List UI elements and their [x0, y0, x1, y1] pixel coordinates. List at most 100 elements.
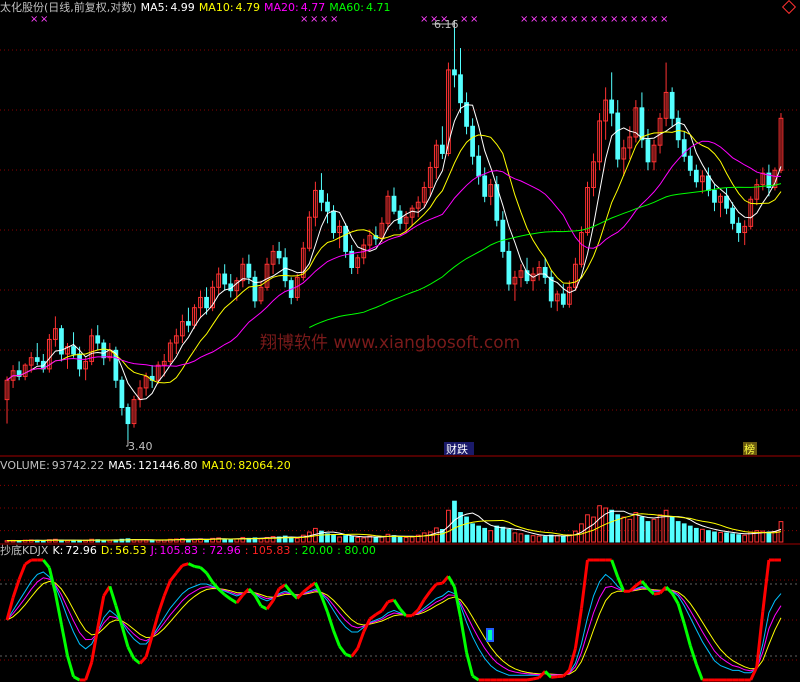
volume-title: VOLUME: — [0, 459, 50, 472]
volume-bar — [675, 521, 681, 543]
candle-body — [615, 112, 621, 160]
k-label: K: — [52, 544, 64, 557]
signal-marker: × — [550, 14, 558, 25]
volume-series — [4, 500, 784, 543]
j-segment — [610, 559, 620, 578]
volume-bar — [464, 516, 469, 543]
j-segment — [126, 646, 136, 660]
j-segment — [447, 575, 456, 588]
volume-legend: VOLUME: 93742.22 MA5: 121446.80 MA10: 82064.2… — [0, 459, 295, 473]
candle-body — [675, 117, 681, 141]
chart-canvas: × × × × × × × × × × × × × × × × × × × × × × × × × × 6.16 3.40 翔博软… — [0, 14, 800, 682]
kdj-legend: 抄底KDJX K: 72.96 D: 56.53 J: 105.83: 72.96: 105… — [0, 544, 380, 558]
volume-bar — [494, 525, 500, 543]
volume-bar — [718, 531, 723, 543]
volume-bar — [573, 530, 578, 543]
volume-bar — [712, 531, 717, 543]
ma10-value: 4.79 — [235, 1, 261, 14]
j-segment — [392, 599, 402, 610]
volume-bar — [560, 535, 566, 543]
signal-marker: × — [300, 14, 308, 25]
candle-body — [645, 139, 651, 163]
j-segment — [532, 676, 540, 681]
volume-bar — [149, 539, 155, 543]
j-segment — [332, 630, 341, 647]
volume-bar — [409, 536, 415, 543]
ma5-value: 4.99 — [170, 1, 195, 14]
j-segment — [471, 674, 480, 682]
ma60-label: MA60: — [329, 1, 364, 14]
j-segment — [96, 595, 106, 629]
j-segment — [380, 600, 390, 612]
j-segment — [326, 611, 335, 632]
candle-body — [609, 99, 615, 114]
candle-body — [391, 195, 397, 212]
kdj-v4: : 80.00 — [337, 544, 376, 557]
volume-bar — [621, 516, 627, 543]
candle-body — [687, 155, 693, 171]
signal-marker: × — [540, 14, 548, 25]
volume-bar — [542, 536, 548, 543]
d-value: 56.53 — [115, 544, 147, 557]
signal-marker: × — [610, 14, 618, 25]
candle-body — [276, 250, 282, 259]
volume-bar — [343, 535, 349, 543]
candle-body — [730, 207, 735, 224]
volume-bar — [288, 537, 294, 543]
j-segment — [634, 579, 643, 587]
ma60-value: 4.71 — [365, 1, 391, 14]
j-segment — [260, 604, 268, 611]
kdj-v1: : 72.96 — [202, 544, 241, 557]
j-segment — [423, 590, 432, 601]
j-segment — [429, 583, 438, 593]
candle-body — [246, 263, 252, 278]
j-segment — [59, 624, 69, 657]
ma20-label: MA20: — [264, 1, 299, 14]
j-segment — [682, 623, 692, 646]
vol-ma10-value: 82064.20 — [238, 459, 291, 472]
volume-bar — [766, 531, 772, 543]
candle-body — [470, 125, 475, 157]
signal-marker: × — [420, 14, 428, 25]
candle-body — [204, 296, 209, 309]
candle-body — [736, 222, 742, 234]
candle-body — [458, 74, 463, 104]
j-segment — [253, 594, 263, 607]
volume-bar — [530, 535, 536, 543]
volume-bar — [403, 536, 409, 543]
candle-body — [71, 346, 76, 355]
j-segment — [573, 608, 583, 649]
candle-body — [77, 353, 82, 370]
price-legend: 太化股份(日线,前复权,对数) MA5: 4.99 MA10: 4.79 MA20: 4.7… — [0, 1, 394, 15]
volume-bar — [476, 525, 482, 543]
volume-bar — [699, 528, 705, 543]
volume-bar — [724, 532, 729, 543]
volume-bar — [693, 527, 699, 543]
candle-body — [34, 357, 40, 362]
signal-marker: × — [520, 14, 528, 25]
candle-body — [560, 293, 566, 305]
candle-body — [119, 379, 125, 409]
kdj-v2: : 105.83 — [244, 544, 291, 557]
candle-body — [500, 219, 506, 252]
volume-bar — [385, 533, 391, 543]
watermark: 翔博软件 www.xiangbosoft.com — [260, 333, 520, 353]
marker-bang: 榜 — [744, 442, 755, 456]
volume-bar — [524, 534, 530, 543]
j-segment — [761, 559, 771, 612]
kdj-title: 抄底KDJX — [0, 544, 49, 557]
signal-marker: × — [600, 14, 608, 25]
j-segment — [551, 675, 558, 679]
candle-body — [464, 102, 469, 127]
ma20-value: 4.77 — [300, 1, 326, 14]
j-segment — [199, 566, 208, 575]
volume-bar — [228, 539, 234, 543]
signal-marker: × — [40, 14, 48, 25]
candle-body — [452, 69, 457, 76]
volume-bar — [71, 540, 76, 543]
j-segment — [688, 645, 698, 665]
volume-bar — [482, 527, 488, 543]
signal-marker: × — [570, 14, 578, 25]
j-segment — [17, 563, 27, 581]
ma5-label: MA5: — [140, 1, 169, 14]
